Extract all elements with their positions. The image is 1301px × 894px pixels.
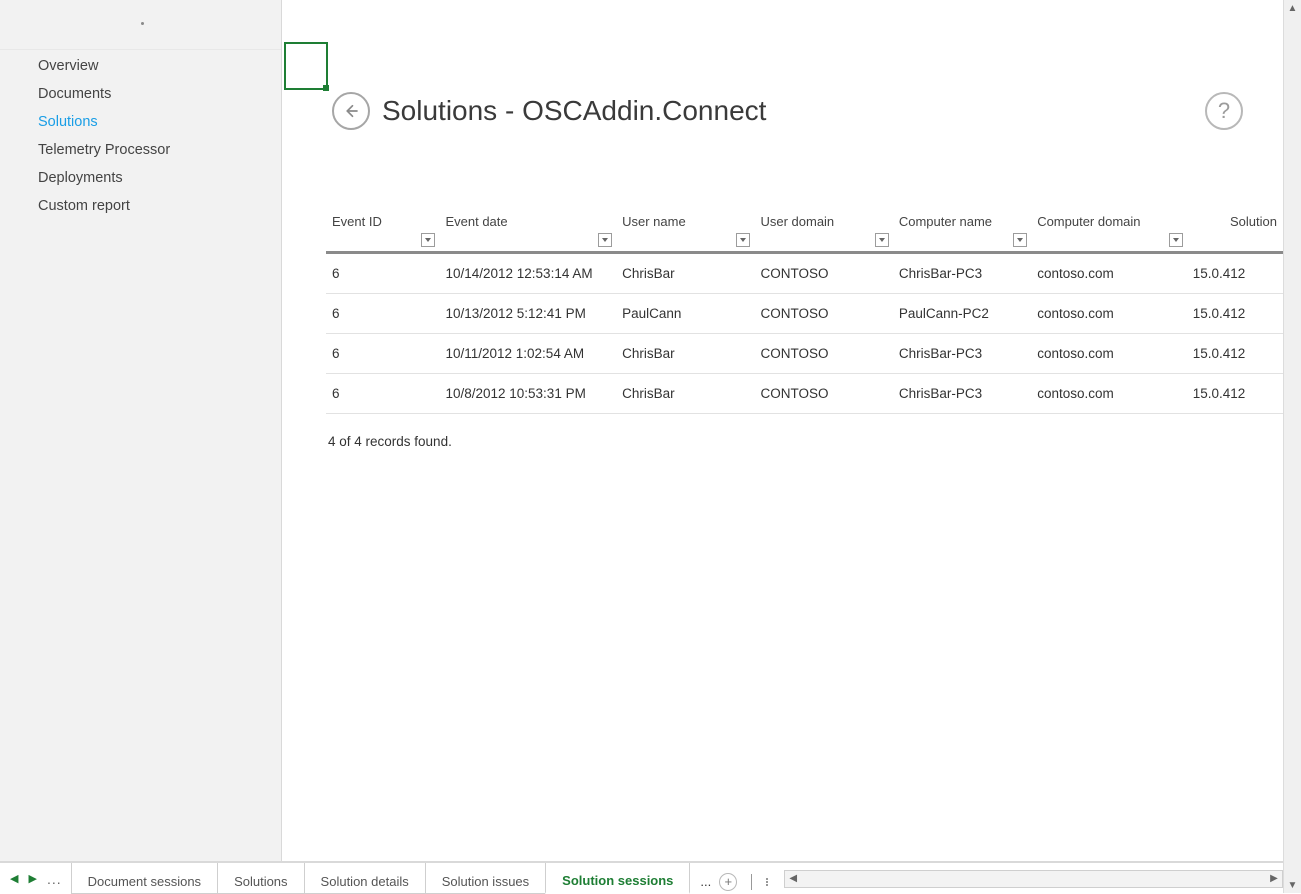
arrow-left-icon [342,102,360,120]
tabstrip-divider [751,874,752,890]
nav-item-documents[interactable]: Documents [0,80,281,108]
filter-computer-name[interactable] [1013,233,1027,247]
col-header-event-id: Event ID [326,200,439,249]
cell-fill-handle[interactable] [323,85,329,91]
sheet-nav-next[interactable]: ▶ [28,872,36,885]
col-header-computer-domain: Computer domain [1031,200,1187,249]
cell-computer-domain: contoso.com [1031,306,1187,321]
cell-user-domain: CONTOSO [754,386,892,401]
sessions-table: Event ID Event date User name User domai… [326,200,1283,449]
table-row[interactable]: 6 10/8/2012 10:53:31 PM ChrisBar CONTOSO… [326,374,1283,414]
table-row[interactable]: 6 10/13/2012 5:12:41 PM PaulCann CONTOSO… [326,294,1283,334]
cell-event-date: 10/11/2012 1:02:54 AM [439,346,616,361]
main-content: Solutions - OSCAddin.Connect ? Event ID … [282,0,1283,862]
cell-computer-name: PaulCann-PC2 [893,306,1031,321]
sheet-tab-nav: ◀ ▶ ... [0,863,72,894]
col-header-solution-version: Solution [1187,200,1283,249]
page-title: Solutions - OSCAddin.Connect [382,95,766,127]
vscroll-up[interactable]: ▲ [1285,0,1301,16]
filter-computer-domain[interactable] [1169,233,1183,247]
cell-event-id: 6 [326,306,439,321]
table-row[interactable]: 6 10/14/2012 12:53:14 AM ChrisBar CONTOS… [326,254,1283,294]
back-button[interactable] [332,92,370,130]
col-header-label: Computer domain [1037,214,1140,229]
sidebar-decoration-dot [141,22,144,25]
new-sheet-button[interactable]: + [719,873,737,891]
vscroll-down[interactable]: ▼ [1285,877,1301,893]
sheet-tab-solution-sessions[interactable]: Solution sessions [545,863,690,894]
cell-event-id: 6 [326,346,439,361]
cell-solution-version: 15.0.412 [1187,306,1283,321]
nav-item-deployments[interactable]: Deployments [0,164,281,192]
col-header-label: Event date [445,214,507,229]
vscroll-track[interactable] [1284,16,1301,877]
cell-event-id: 6 [326,386,439,401]
filter-event-date[interactable] [598,233,612,247]
table-header-row: Event ID Event date User name User domai… [326,200,1283,254]
cell-event-date: 10/8/2012 10:53:31 PM [439,386,616,401]
cell-event-date: 10/14/2012 12:53:14 AM [439,266,616,281]
cell-user-name: ChrisBar [616,266,754,281]
cell-user-domain: CONTOSO [754,346,892,361]
hscroll-left[interactable]: ◀ [785,871,801,887]
sheet-tab-overflow: ... + [690,863,778,894]
col-header-label: User domain [760,214,834,229]
cell-computer-name: ChrisBar-PC3 [893,386,1031,401]
help-icon: ? [1218,98,1230,124]
hscroll-right[interactable]: ▶ [1266,871,1282,887]
tabstrip-drag-handle[interactable] [766,878,768,886]
cell-user-domain: CONTOSO [754,266,892,281]
col-header-user-domain: User domain [754,200,892,249]
cell-solution-version: 15.0.412 [1187,386,1283,401]
filter-event-id[interactable] [421,233,435,247]
col-header-label: Solution [1230,214,1277,229]
cell-event-id: 6 [326,266,439,281]
sheet-tab-strip: ◀ ▶ ... Document sessions Solutions Solu… [0,862,1283,894]
horizontal-scrollbar[interactable]: ◀ ▶ [784,870,1283,888]
col-header-label: Event ID [332,214,382,229]
col-header-user-name: User name [616,200,754,249]
filter-user-name[interactable] [736,233,750,247]
page-header: Solutions - OSCAddin.Connect [332,92,1271,130]
cell-user-name: ChrisBar [616,346,754,361]
cell-user-name: ChrisBar [616,386,754,401]
sidebar: Overview Documents Solutions Telemetry P… [0,0,282,862]
vertical-scrollbar[interactable]: ▲ ▼ [1283,0,1301,893]
sheet-tab-solution-issues[interactable]: Solution issues [425,863,546,894]
selected-cell-indicator[interactable] [284,42,328,90]
col-header-label: User name [622,214,686,229]
app-frame: Overview Documents Solutions Telemetry P… [0,0,1283,862]
cell-solution-version: 15.0.412 [1187,346,1283,361]
records-found-label: 4 of 4 records found. [326,434,1283,449]
cell-computer-name: ChrisBar-PC3 [893,266,1031,281]
cell-computer-name: ChrisBar-PC3 [893,346,1031,361]
col-header-event-date: Event date [439,200,616,249]
nav-item-solutions[interactable]: Solutions [0,108,281,136]
cell-user-name: PaulCann [616,306,754,321]
cell-event-date: 10/13/2012 5:12:41 PM [439,306,616,321]
cell-solution-version: 15.0.412 [1187,266,1283,281]
sheet-tabs-more[interactable]: ... [700,874,711,889]
filter-user-domain[interactable] [875,233,889,247]
nav-item-overview[interactable]: Overview [0,52,281,80]
cell-computer-domain: contoso.com [1031,266,1187,281]
nav-item-custom-report[interactable]: Custom report [0,192,281,220]
cell-user-domain: CONTOSO [754,306,892,321]
nav-item-telemetry-processor[interactable]: Telemetry Processor [0,136,281,164]
cell-computer-domain: contoso.com [1031,386,1187,401]
sheet-nav-more[interactable]: ... [47,871,62,887]
sheet-nav-prev[interactable]: ◀ [10,872,18,885]
sheet-tab-document-sessions[interactable]: Document sessions [71,863,218,894]
col-header-label: Computer name [899,214,992,229]
col-header-computer-name: Computer name [893,200,1031,249]
help-button[interactable]: ? [1205,92,1243,130]
cell-computer-domain: contoso.com [1031,346,1187,361]
sheet-tab-solutions[interactable]: Solutions [217,863,304,894]
sheet-tab-solution-details[interactable]: Solution details [304,863,426,894]
table-row[interactable]: 6 10/11/2012 1:02:54 AM ChrisBar CONTOSO… [326,334,1283,374]
